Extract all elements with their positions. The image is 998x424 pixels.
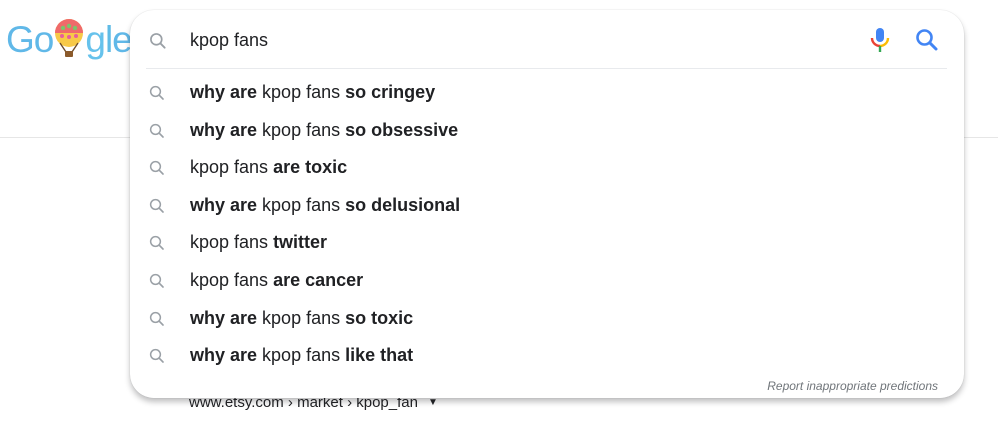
- suggestion-item[interactable]: why are kpop fans so cringey: [130, 73, 964, 111]
- suggestion-completion: like that: [345, 345, 414, 366]
- suggestion-completion: so toxic: [345, 307, 414, 328]
- result-menu-caret-icon[interactable]: ▼: [428, 397, 438, 408]
- suggestion-completion: why are: [190, 307, 258, 328]
- search-icon: [149, 85, 164, 100]
- suggestion-completion: are cancer: [273, 269, 364, 290]
- google-doodle-logo[interactable]: Go gle: [6, 18, 133, 62]
- search-icon: [149, 123, 164, 138]
- search-icon: [149, 349, 164, 363]
- suggestion-query-part: kpop fans: [190, 157, 274, 178]
- suggestion-item[interactable]: why are kpop fans so obsessive: [130, 111, 964, 149]
- suggestion-query-part: kpop fans: [190, 232, 274, 253]
- suggestion-text: why are kpop fans like that: [190, 343, 413, 367]
- suggestion-text: why are kpop fans so toxic: [190, 306, 413, 330]
- suggestion-completion: why are: [190, 345, 258, 366]
- suggestion-text: kpop fans are cancer: [190, 268, 363, 292]
- suggestion-item[interactable]: why are kpop fans so delusional: [130, 186, 964, 224]
- suggestion-completion: why are: [190, 82, 258, 102]
- search-input[interactable]: kpop fans: [190, 28, 268, 52]
- logo-letter-o: o: [33, 19, 55, 60]
- suggestion-completion: so cringey: [345, 82, 436, 102]
- logo-letter-g2: g: [85, 19, 106, 60]
- suggestion-text: kpop fans are toxic: [190, 155, 347, 179]
- suggestion-text: why are kpop fans so obsessive: [190, 118, 458, 142]
- suggestion-completion: so obsessive: [345, 119, 459, 140]
- suggestion-completion: are toxic: [273, 157, 348, 178]
- search-input-row[interactable]: kpop fans: [130, 10, 964, 70]
- suggestion-query-part: kpop fans: [257, 119, 346, 140]
- suggestion-item[interactable]: kpop fans are toxic: [130, 148, 964, 186]
- suggestion-completion: why are: [190, 119, 258, 140]
- logo-letter-e: e: [112, 19, 133, 60]
- suggestions-divider: [146, 68, 947, 69]
- suggestion-query-part: kpop fans: [190, 269, 274, 290]
- suggestion-completion: why are: [190, 194, 258, 215]
- logo-letter-g: G: [6, 19, 35, 60]
- search-icon: [149, 198, 164, 213]
- search-icon: [149, 273, 164, 288]
- search-icon: [149, 161, 164, 176]
- suggestion-query-part: kpop fans: [257, 307, 346, 328]
- suggestion-item[interactable]: why are kpop fans like that: [130, 336, 964, 374]
- search-icon: [149, 311, 164, 326]
- suggestion-query-part: kpop fans: [257, 82, 346, 102]
- search-icon: [150, 33, 166, 49]
- search-submit-icon[interactable]: [912, 25, 942, 55]
- suggestion-text: kpop fans twitter: [190, 230, 327, 254]
- logo-letter-l: l: [104, 19, 113, 60]
- mic-icon[interactable]: [867, 26, 893, 54]
- suggestion-query-part: kpop fans: [257, 194, 346, 215]
- suggestion-item[interactable]: why are kpop fans so toxic: [130, 299, 964, 337]
- suggestion-text: why are kpop fans so cringey: [190, 80, 435, 104]
- search-box[interactable]: kpop fans why are kpop fans so cringey wh…: [130, 10, 964, 398]
- suggestion-query-part: kpop fans: [257, 345, 346, 366]
- search-icon: [149, 236, 164, 251]
- report-predictions-link[interactable]: Report inappropriate predictions: [767, 379, 938, 393]
- hot-air-balloon-icon: [55, 19, 84, 57]
- suggestion-completion: twitter: [273, 232, 328, 253]
- autocomplete-suggestions: why are kpop fans so cringey why are kpop…: [130, 73, 964, 374]
- suggestion-item[interactable]: kpop fans twitter: [130, 223, 964, 261]
- suggestion-completion: so delusional: [345, 194, 461, 215]
- suggestion-item[interactable]: kpop fans are cancer: [130, 261, 964, 299]
- suggestion-text: why are kpop fans so delusional: [190, 193, 460, 217]
